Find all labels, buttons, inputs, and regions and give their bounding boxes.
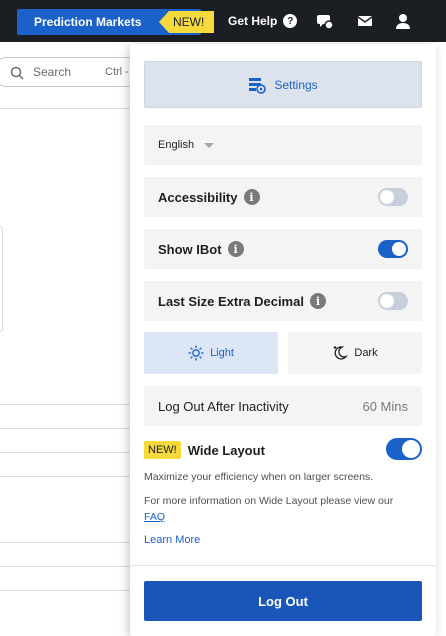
prediction-markets-label: Prediction Markets [34,15,142,29]
theme-light-button[interactable]: Light [144,332,278,374]
chat-icon[interactable] [316,12,334,30]
help-icon: ? [283,14,298,28]
search-icon [10,66,24,80]
search-shortcut: Ctrl - [105,66,129,78]
sun-icon [188,345,204,361]
theme-dark-label: Dark [354,347,378,359]
mail-icon[interactable] [356,12,374,30]
toggle-knob [402,440,420,458]
divider [0,566,140,567]
settings-icon [249,77,267,94]
toggle-knob [380,190,394,204]
user-icon[interactable] [394,12,412,30]
accessibility-label: Accessibility [158,189,238,205]
logout-after-inactivity-row[interactable]: Log Out After Inactivity 60 Mins [144,386,422,426]
wide-layout-row: NEW! Wide Layout [144,438,422,462]
search-placeholder: Search [33,65,72,79]
background-card [0,226,3,332]
show-ibot-row: Show IBot i [144,229,422,269]
accessibility-toggle[interactable] [378,188,408,206]
theme-light-label: Light [210,347,234,359]
faq-link[interactable]: FAQ [144,511,165,523]
language-value: English [158,139,195,151]
get-help-label: Get Help [228,14,278,28]
last-size-extra-decimal-row: Last Size Extra Decimal i [144,281,422,321]
wide-layout-toggle[interactable] [386,438,422,460]
search-input[interactable]: Search Ctrl - [0,57,142,87]
top-navigation-bar: Prediction Markets NEW! Get Help ? [0,0,446,42]
show-ibot-toggle[interactable] [378,240,408,258]
info-icon[interactable]: i [227,241,244,257]
last-size-extra-decimal-label: Last Size Extra Decimal [158,293,304,309]
wide-layout-description: Maximize your efficiency when on larger … [144,471,374,483]
get-help-button[interactable]: Get Help ? [228,14,298,28]
faq-prefix: For more information on Wide Layout plea… [144,495,394,507]
settings-button[interactable]: Settings [144,61,422,108]
divider [0,590,140,591]
info-icon[interactable]: i [243,189,260,205]
wide-layout-faq-text: For more information on Wide Layout plea… [144,493,414,525]
logout-after-inactivity-label: Log Out After Inactivity [158,398,289,414]
info-icon[interactable]: i [309,293,326,309]
theme-dark-button[interactable]: Dark [288,332,422,374]
chevron-down-icon [204,142,215,148]
toggle-knob [392,242,406,256]
last-size-extra-decimal-toggle[interactable] [378,292,408,310]
logout-after-inactivity-value: 60 Mins [362,398,408,414]
divider [0,542,140,543]
new-badge: NEW! [144,441,181,459]
language-select[interactable]: English [144,125,422,165]
prediction-markets-button[interactable]: Prediction Markets NEW! [17,9,215,35]
moon-icon [333,346,349,360]
show-ibot-label: Show IBot [158,241,222,257]
divider [0,108,140,109]
wide-layout-title: Wide Layout [187,442,265,458]
divider [130,565,436,566]
new-badge: NEW! [159,11,215,33]
toggle-knob [380,294,394,308]
accessibility-row: Accessibility i [144,177,422,217]
user-settings-dropdown: Settings English Accessibility i Show IB… [130,44,436,636]
settings-label: Settings [274,77,318,92]
divider [0,428,140,429]
divider [0,476,140,477]
divider [0,404,140,405]
learn-more-link[interactable]: Learn More [144,534,200,546]
divider [0,452,140,453]
logout-button[interactable]: Log Out [144,581,422,621]
